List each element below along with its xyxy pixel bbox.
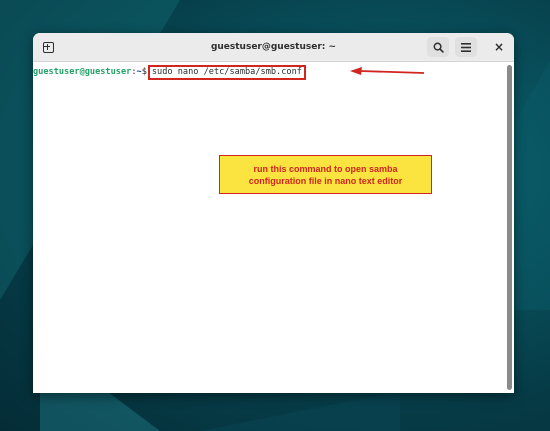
- terminal-window: guestuser@guestuser: ~ × guestuser@guest…: [33, 33, 514, 393]
- prompt-line: guestuser@guestuser:~$ sudo nano /etc/sam…: [33, 65, 306, 80]
- command-text: sudo nano /etc/samba/smb.conf: [147, 65, 306, 80]
- search-button[interactable]: [427, 37, 449, 57]
- menu-button[interactable]: [455, 37, 477, 57]
- close-button[interactable]: ×: [489, 37, 509, 57]
- annotation-arrow-icon: [350, 67, 425, 75]
- prompt-user: guestuser@guestuser: [33, 67, 132, 77]
- annotation-callout: run this command to open samba configura…: [219, 155, 432, 194]
- annotation-line-1: run this command to open samba: [253, 163, 398, 174]
- title-bar[interactable]: guestuser@guestuser: ~ ×: [33, 33, 514, 62]
- scrollbar[interactable]: [507, 65, 512, 390]
- wallpaper-shape: [200, 391, 400, 431]
- hamburger-menu-icon: [461, 42, 471, 52]
- prompt-symbol: $: [141, 67, 147, 77]
- terminal-output[interactable]: guestuser@guestuser:~$ sudo nano /etc/sam…: [33, 62, 514, 393]
- annotation-line-2: configuration file in nano text editor: [248, 175, 403, 186]
- search-icon: [433, 42, 444, 53]
- close-icon: ×: [493, 40, 505, 54]
